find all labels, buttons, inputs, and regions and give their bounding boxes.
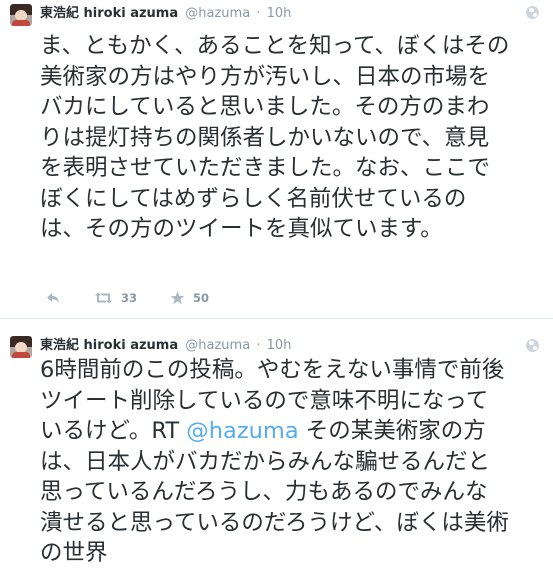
avatar[interactable] [10,4,32,26]
retweet-count: 33 [121,291,138,305]
avatar[interactable] [10,336,32,358]
author-name[interactable]: 東浩紀 hiroki azuma [40,338,178,353]
globe-icon [526,6,539,19]
tweet-header: 東浩紀 hiroki azuma @hazuma · 10h [40,6,291,22]
mention-link[interactable]: @hazuma [186,418,298,444]
author-handle[interactable]: @hazuma [185,6,250,21]
tweet-actions: 33 50 [40,288,340,308]
reply-icon [47,293,59,303]
star-icon [170,291,185,305]
author-handle[interactable]: @hazuma [185,338,250,353]
author-name[interactable]: 東浩紀 hiroki azuma [40,6,178,21]
tweet[interactable]: 東浩紀 hiroki azuma @hazuma · 10h ま、ともかく、ある… [0,0,553,318]
tweet-header: 東浩紀 hiroki azuma @hazuma · 10h [40,338,291,354]
separator: · [256,338,261,353]
separator: · [256,6,261,21]
avatar-shirt [12,20,30,26]
retweet-button[interactable]: 33 [94,288,137,308]
timestamp[interactable]: 10h [267,6,292,21]
globe-icon [526,339,539,352]
reply-button[interactable] [46,288,60,308]
favorite-button[interactable]: 50 [170,288,209,308]
retweet-icon [95,292,112,304]
timestamp[interactable]: 10h [267,338,292,353]
tweet-text: ま、ともかく、あることを知って、ぼくはその美術家の方はやり方が汚いし、日本の市場… [40,33,510,242]
tweet[interactable]: 東浩紀 hiroki azuma @hazuma · 10h 6時間前のこの投稿… [0,319,553,588]
favorite-count: 50 [193,291,210,305]
avatar-shirt [12,352,30,358]
tweet-text: 6時間前のこの投稿。やむをえない事情で前後ツイート削除しているので意味不明になっ… [40,355,510,569]
